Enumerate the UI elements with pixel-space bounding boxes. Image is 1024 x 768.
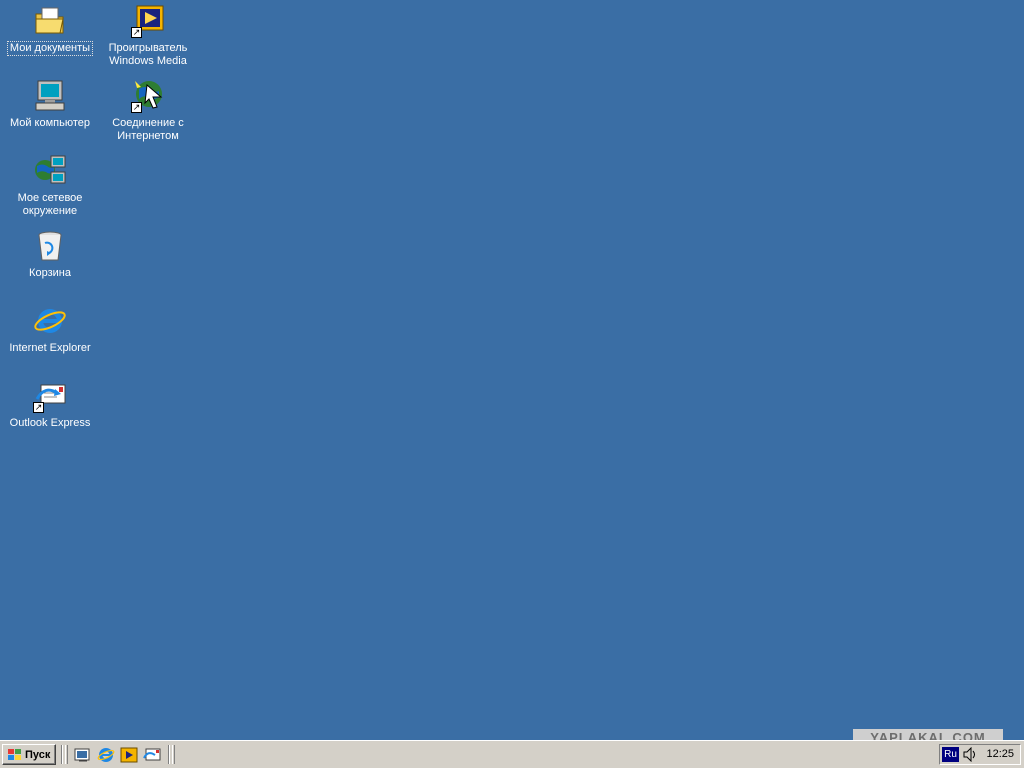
quick-launch-grip[interactable]: [65, 745, 68, 764]
desktop-icon-label: Проигрыватель Windows Media: [108, 42, 188, 67]
language-indicator[interactable]: Ru: [942, 747, 959, 762]
windows-media-player-icon: [120, 747, 138, 763]
desktop-icon-outlook-express[interactable]: ↗ Outlook Express: [2, 379, 98, 430]
shortcut-arrow-icon: ↗: [33, 402, 44, 413]
my-computer-icon: [33, 79, 67, 113]
start-button[interactable]: Пуск: [2, 744, 56, 765]
windows-logo-icon: [6, 748, 22, 762]
desktop-icon-label: Outlook Express: [9, 417, 91, 429]
quicklaunch-internet-explorer[interactable]: [97, 746, 115, 764]
desktop-icon-network-places[interactable]: Мое сетевое окружение: [2, 154, 98, 218]
internet-connection-icon: ↗: [131, 79, 165, 113]
task-area-grip[interactable]: [172, 745, 175, 764]
desktop-icon-my-computer[interactable]: Мой компьютер: [2, 79, 98, 130]
desktop-icon-label: Мои документы: [6, 41, 94, 56]
quicklaunch-windows-media-player[interactable]: [120, 746, 138, 764]
system-tray: Ru 12:25: [939, 744, 1021, 765]
network-places-icon: [33, 154, 67, 188]
internet-explorer-icon: [97, 748, 115, 762]
desktop-icon-label: Мой компьютер: [9, 117, 91, 129]
desktop-icon-windows-media-player[interactable]: ↗ Проигрыватель Windows Media: [100, 4, 196, 68]
desktop-icon-internet-explorer[interactable]: Internet Explorer: [2, 304, 98, 355]
desktop-icon-label: Соединение с Интернетом: [112, 117, 184, 142]
desktop-icon-label: Internet Explorer: [9, 342, 91, 354]
show-desktop-icon: [74, 748, 90, 762]
desktop-icon-recycle-bin[interactable]: Корзина: [2, 229, 98, 280]
internet-explorer-icon: [33, 304, 67, 338]
shortcut-arrow-icon: ↗: [131, 27, 142, 38]
desktop-icon-label: Корзина: [29, 267, 71, 279]
taskbar-separator: [61, 745, 63, 764]
outlook-express-icon: ↗: [33, 379, 67, 413]
quicklaunch-show-desktop[interactable]: [74, 746, 92, 764]
quicklaunch-outlook-express[interactable]: [143, 746, 161, 764]
my-documents-icon: [33, 4, 67, 38]
speaker-icon[interactable]: [962, 746, 978, 763]
windows-media-player-icon: ↗: [131, 4, 165, 38]
shortcut-arrow-icon: ↗: [131, 102, 142, 113]
desktop-icon-label: Мое сетевое окружение: [17, 192, 83, 217]
recycle-bin-icon: [33, 229, 67, 263]
desktop-icon-my-documents[interactable]: Мои документы: [2, 4, 98, 56]
clock[interactable]: 12:25: [986, 748, 1014, 760]
outlook-express-icon: [143, 748, 161, 761]
start-button-label: Пуск: [25, 748, 51, 761]
desktop-icon-internet-connection[interactable]: ↗ Соединение с Интернетом: [100, 79, 196, 143]
desktop: Мои документы ↗ Проигрыватель Windows Me…: [0, 0, 1024, 740]
taskbar: Пуск Ru 12:25: [0, 740, 1024, 768]
taskbar-separator: [168, 745, 170, 764]
